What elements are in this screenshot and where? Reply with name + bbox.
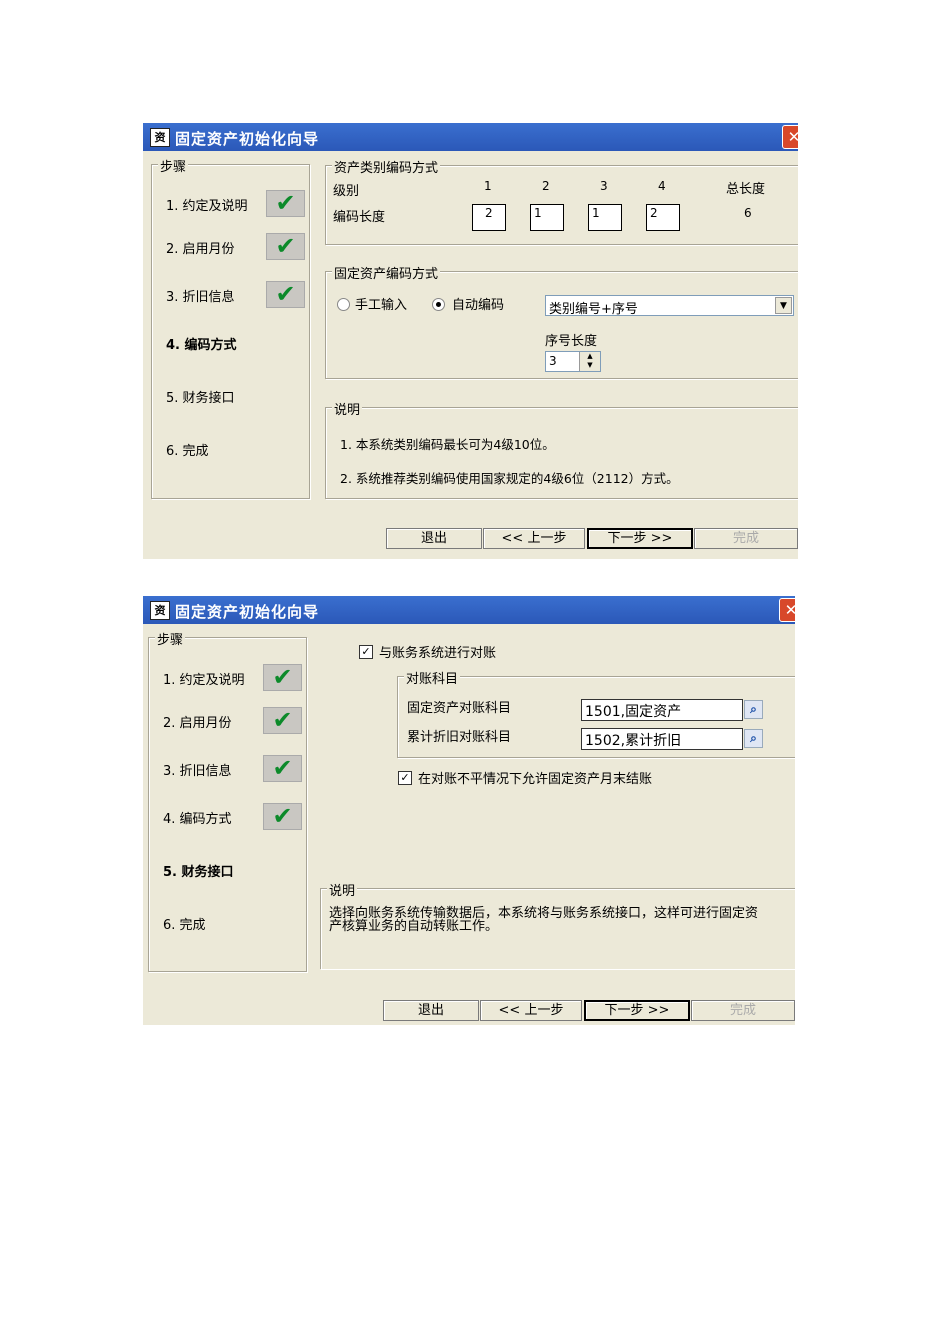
steps-panel: 步骤 1. 约定及说明 ✔ 2. 启用月份 ✔ 3. 折旧信息 ✔ 4. 编码方… [151, 156, 310, 499]
step-1: 1. 约定及说明 [166, 199, 248, 214]
steps-panel: 步骤 1. 约定及说明 ✔ 2. 启用月份 ✔ 3. 折旧信息 ✔ 4. 编码方… [148, 629, 307, 972]
step-4-current: 4. 编码方式 [166, 338, 237, 353]
allow-close-checkbox[interactable]: ✓ [398, 771, 412, 785]
note-line-2: 2. 系统推荐类别编码使用国家规定的4级6位（2112）方式。 [340, 471, 679, 486]
asset-coding-title: 固定资产编码方式 [332, 263, 441, 282]
category-coding-group: 资产类别编码方式 级别 编码长度 1 2 3 4 总长度 2 1 1 2 6 [325, 157, 798, 245]
coding-scheme-select[interactable]: 类别编号+序号 ▼ [545, 295, 794, 317]
check-mark-icon: ✔ [266, 233, 305, 260]
level-4: 4 [658, 179, 666, 193]
app-icon: 资 [150, 601, 170, 620]
close-icon[interactable]: ✕ [779, 598, 795, 622]
serial-length-value: 3 [549, 354, 557, 368]
level-2: 2 [542, 179, 550, 193]
check-mark-icon: ✔ [266, 190, 305, 217]
code-length-label: 编码长度 [333, 210, 386, 225]
level-1: 1 [484, 179, 492, 193]
level-label: 级别 [333, 184, 360, 199]
notes-title: 说明 [327, 880, 358, 899]
depreciation-account-label: 累计折旧对账科目 [407, 730, 512, 745]
prev-button[interactable]: << 上一步 [480, 1000, 582, 1021]
step-2: 2. 启用月份 [163, 716, 232, 731]
search-icon[interactable]: ⌕ [744, 729, 763, 748]
manual-input-radio[interactable] [337, 298, 350, 311]
prev-button[interactable]: << 上一步 [483, 528, 585, 549]
notes-group: 说明 1. 本系统类别编码最长可为4级10位。 2. 系统推荐类别编码使用国家规… [325, 399, 798, 499]
notes-group: 说明 选择向账务系统传输数据后，本系统将与账务系统接口，这样可进行固定资 产核算… [320, 880, 795, 969]
close-icon[interactable]: ✕ [782, 125, 798, 149]
note-line-1: 1. 本系统类别编码最长可为4级10位。 [340, 437, 555, 452]
code-length-input-3[interactable]: 1 [588, 204, 622, 231]
exit-button[interactable]: 退出 [383, 1000, 479, 1021]
app-icon: 资 [150, 128, 170, 147]
finish-button[interactable]: 完成 [694, 528, 798, 549]
check-mark-icon: ✔ [263, 707, 302, 734]
accounts-group: 对账科目 固定资产对账科目 1501,固定资产 ⌕ 累计折旧对账科目 1502,… [397, 668, 795, 758]
asset-coding-group: 固定资产编码方式 手工输入 自动编码 类别编号+序号 ▼ 序号长度 3 ▲ ▼ [325, 263, 798, 379]
wizard-dialog-finance-interface: 资 固定资产初始化向导 ✕ 步骤 1. 约定及说明 ✔ 2. 启用月份 ✔ 3.… [143, 596, 795, 1025]
check-mark-icon: ✔ [263, 803, 302, 830]
check-mark-icon: ✔ [266, 281, 305, 308]
wizard-dialog-coding: 资 固定资产初始化向导 ✕ 步骤 1. 约定及说明 ✔ 2. 启用月份 ✔ 3.… [143, 123, 798, 559]
step-2: 2. 启用月份 [166, 242, 235, 257]
step-3: 3. 折旧信息 [166, 290, 235, 305]
auto-code-radio[interactable] [432, 298, 445, 311]
title-bar[interactable]: 资 固定资产初始化向导 ✕ [143, 123, 798, 151]
fixed-asset-account-value: 1501,固定资产 [585, 704, 682, 720]
serial-length-label: 序号长度 [545, 334, 598, 349]
allow-close-label[interactable]: 在对账不平情况下允许固定资产月末结账 [418, 768, 652, 787]
spin-arrows-icon[interactable]: ▲ ▼ [579, 352, 600, 371]
accounts-title: 对账科目 [404, 668, 461, 687]
coding-scheme-value: 类别编号+序号 [549, 302, 638, 317]
total-length-label: 总长度 [726, 182, 766, 197]
step-1: 1. 约定及说明 [163, 673, 245, 688]
step-5: 5. 财务接口 [166, 391, 235, 406]
depreciation-account-value: 1502,累计折旧 [585, 733, 682, 749]
window-title: 固定资产初始化向导 [175, 603, 320, 621]
reconcile-label[interactable]: 与账务系统进行对账 [379, 642, 496, 661]
chevron-down-icon[interactable]: ▼ [775, 297, 792, 314]
finish-button[interactable]: 完成 [691, 1000, 795, 1021]
code-length-input-1[interactable]: 2 [472, 204, 506, 231]
check-mark-icon: ✔ [263, 664, 302, 691]
manual-input-label[interactable]: 手工输入 [355, 294, 407, 313]
note-line-2: 产核算业务的自动转账工作。 [329, 919, 499, 934]
step-5-current: 5. 财务接口 [163, 865, 234, 880]
check-mark-icon: ✔ [263, 755, 302, 782]
step-3: 3. 折旧信息 [163, 764, 232, 779]
code-length-input-4[interactable]: 2 [646, 204, 680, 231]
fixed-asset-account-label: 固定资产对账科目 [407, 701, 512, 716]
steps-title: 步骤 [158, 156, 189, 175]
step-6: 6. 完成 [163, 918, 206, 933]
code-length-input-2[interactable]: 1 [530, 204, 564, 231]
serial-length-stepper[interactable]: 3 ▲ ▼ [545, 351, 601, 372]
depreciation-account-input[interactable]: 1502,累计折旧 [581, 728, 743, 750]
reconcile-checkbox[interactable]: ✓ [359, 645, 373, 659]
step-4: 4. 编码方式 [163, 812, 232, 827]
exit-button[interactable]: 退出 [386, 528, 482, 549]
next-button[interactable]: 下一步 >> [584, 1000, 690, 1021]
category-coding-title: 资产类别编码方式 [332, 157, 441, 176]
title-bar[interactable]: 资 固定资产初始化向导 ✕ [143, 596, 795, 624]
next-button[interactable]: 下一步 >> [587, 528, 693, 549]
steps-title: 步骤 [155, 629, 186, 648]
step-6: 6. 完成 [166, 444, 209, 459]
level-3: 3 [600, 179, 608, 193]
fixed-asset-account-input[interactable]: 1501,固定资产 [581, 699, 743, 721]
total-length-value: 6 [744, 206, 752, 220]
notes-title: 说明 [332, 399, 363, 418]
search-icon[interactable]: ⌕ [744, 700, 763, 719]
auto-code-label[interactable]: 自动编码 [452, 294, 504, 313]
window-title: 固定资产初始化向导 [175, 130, 320, 148]
